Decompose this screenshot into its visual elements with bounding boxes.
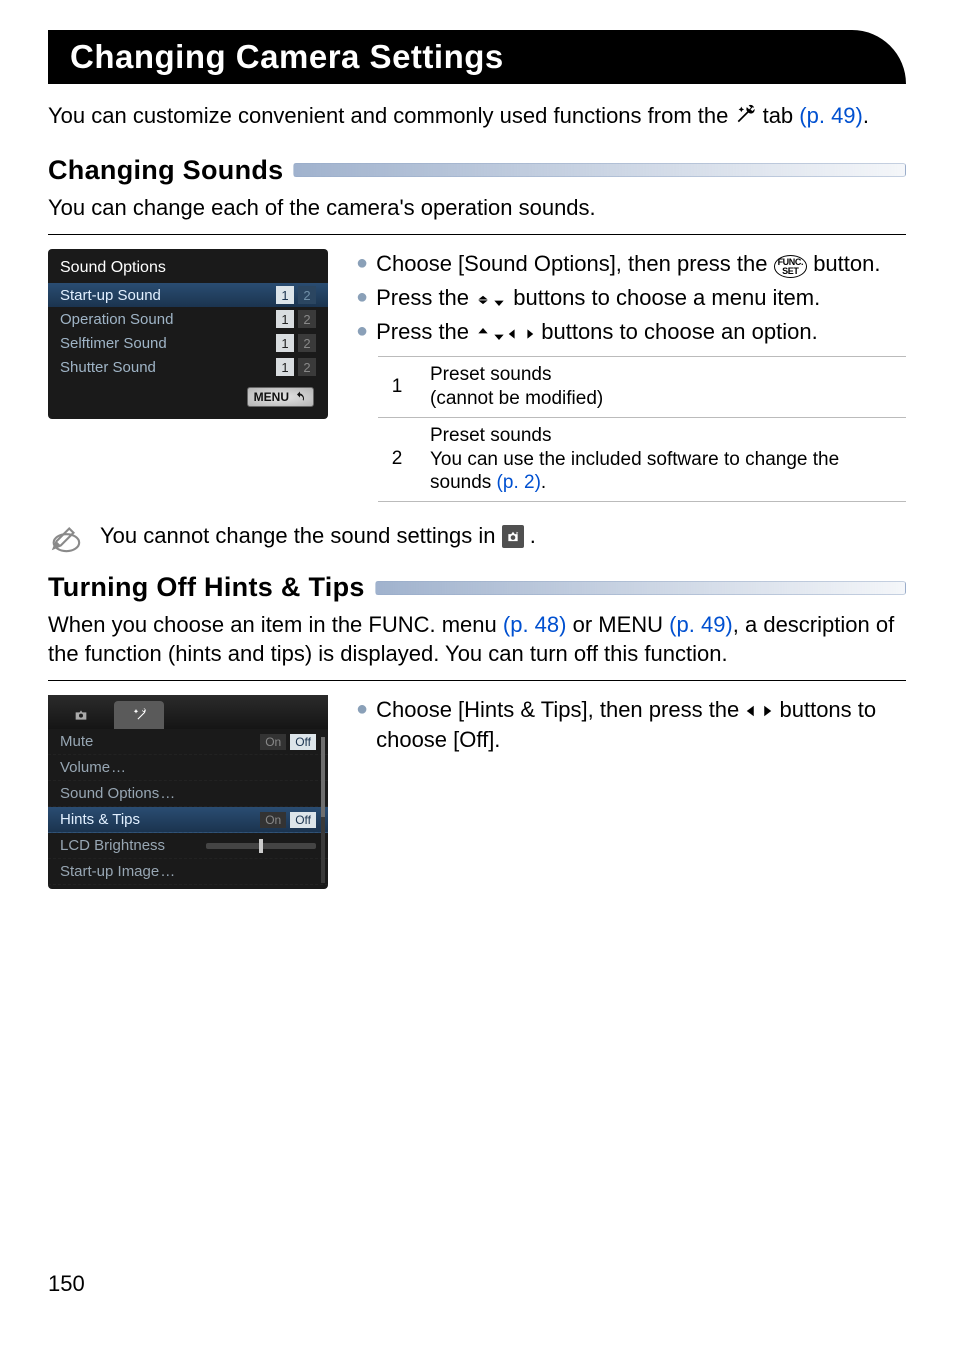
bullet-icon: ●	[356, 283, 368, 313]
bullet-2-text: Press the buttons to choose a menu item.	[376, 283, 906, 313]
lcd-opt-active: 1	[276, 286, 294, 304]
section-2-heading-row: Turning Off Hints & Tips	[48, 572, 906, 603]
lcd2-label: LCD Brightness	[60, 837, 165, 854]
divider	[48, 680, 906, 681]
brightness-slider	[206, 843, 316, 849]
lcd-row-label: Operation Sound	[60, 311, 173, 328]
sound-options-screenshot: Sound Options Start-up Sound 12 Operatio…	[48, 249, 328, 419]
tools-tab-icon	[114, 701, 164, 729]
lcd2-label: Hints & Tips	[60, 811, 140, 828]
mode-icon	[502, 525, 524, 548]
undo-icon	[293, 391, 307, 403]
bullet-1-text: Choose [Sound Options], then press the F…	[376, 249, 906, 279]
option-key-1: 1	[382, 376, 412, 398]
intro-trailing: .	[863, 103, 869, 128]
func-menu-link[interactable]: (p. 48)	[503, 612, 567, 637]
lcd-opt-active: 1	[276, 310, 294, 328]
lcd-row-label: Start-up Sound	[60, 287, 161, 304]
lcd2-row-startupimage: Start-up Image	[48, 859, 328, 885]
bullet-icon: ●	[356, 317, 368, 347]
lcd2-label: Volume	[60, 759, 124, 776]
bullet-icon: ●	[356, 695, 368, 754]
menu-link[interactable]: (p. 49)	[669, 612, 733, 637]
lcd-row-startup: Start-up Sound 12	[48, 283, 328, 307]
section-1-desc: You can change each of the camera's oper…	[48, 194, 906, 223]
hints-tips-screenshot: Mute OnOff Volume Sound Options Hints & …	[48, 695, 328, 889]
section-bar	[293, 163, 906, 177]
lcd-menu-back: MENU	[48, 379, 328, 407]
option-key-2: 2	[382, 448, 412, 470]
wrench-icon	[734, 103, 756, 133]
all-arrows-icon	[475, 326, 535, 342]
page-title: Changing Camera Settings	[70, 38, 884, 76]
lcd-opt-active: 1	[276, 334, 294, 352]
lcd2-label: Mute	[60, 733, 93, 750]
lcd-row-selftimer: Selftimer Sound 12	[48, 331, 328, 355]
note-punct: .	[524, 523, 536, 548]
sound-option-table: 1 Preset sounds (cannot be modified) 2 P…	[378, 356, 906, 502]
onoff-on: On	[260, 812, 286, 828]
note-row: You cannot change the sound settings in …	[48, 520, 906, 554]
section-2-instructions: ● Choose [Hints & Tips], then press the …	[356, 695, 906, 758]
divider	[48, 234, 906, 235]
bullet-3-text: Press the buttons to choose an option.	[376, 317, 906, 347]
section-2-heading: Turning Off Hints & Tips	[48, 572, 365, 603]
note-text: You cannot change the sound settings in …	[100, 520, 536, 551]
intro-text-post: tab	[756, 103, 799, 128]
lcd2-label: Start-up Image	[60, 863, 173, 880]
camera-tab-icon	[56, 701, 106, 729]
intro-text-pre: You can customize convenient and commonl…	[48, 103, 734, 128]
lcd-row-label: Selftimer Sound	[60, 335, 167, 352]
lcd2-tabs	[48, 695, 328, 729]
option-val-2: Preset sounds You can use the included s…	[430, 424, 902, 495]
lcd2-scrollbar	[321, 737, 325, 883]
section-bar	[375, 581, 906, 595]
lcd2-row-hints: Hints & Tips OnOff	[48, 807, 328, 833]
section-2-desc: When you choose an item in the FUNC. men…	[48, 611, 906, 668]
lcd2-label: Sound Options	[60, 785, 173, 802]
intro-paragraph: You can customize convenient and commonl…	[48, 102, 906, 133]
intro-page-link[interactable]: (p. 49)	[799, 103, 863, 128]
option-2-link[interactable]: (p. 2)	[497, 472, 541, 493]
lcd2-row-brightness: LCD Brightness	[48, 833, 328, 859]
lcd-title: Sound Options	[48, 259, 328, 283]
left-right-arrows-icon	[745, 702, 773, 720]
lcd2-row-mute: Mute OnOff	[48, 729, 328, 755]
lcd-opt-inactive: 2	[298, 310, 316, 328]
page-title-banner: Changing Camera Settings	[48, 30, 906, 84]
onoff-off: Off	[290, 812, 316, 828]
lcd-opt-inactive: 2	[298, 358, 316, 376]
func-set-button-icon: FUNC.SET	[774, 255, 808, 278]
lcd-row-operation: Operation Sound 12	[48, 307, 328, 331]
section-1-instructions: ● Choose [Sound Options], then press the…	[356, 249, 906, 502]
onoff-on: On	[260, 734, 286, 750]
option-val-1: Preset sounds (cannot be modified)	[430, 363, 902, 411]
lcd2-row-volume: Volume	[48, 755, 328, 781]
lcd-row-shutter: Shutter Sound 12	[48, 355, 328, 379]
lcd-opt-active: 1	[276, 358, 294, 376]
up-down-arrows-icon	[475, 292, 507, 308]
section-1-heading: Changing Sounds	[48, 155, 283, 186]
lcd-row-label: Shutter Sound	[60, 359, 156, 376]
lcd-opt-inactive: 2	[298, 286, 316, 304]
page-number: 150	[48, 1271, 85, 1297]
menu-label: MENU	[254, 390, 289, 404]
pencil-note-icon	[48, 520, 82, 554]
section-1-heading-row: Changing Sounds	[48, 155, 906, 186]
section-2-bullet-text: Choose [Hints & Tips], then press the bu…	[376, 695, 906, 754]
lcd-opt-inactive: 2	[298, 334, 316, 352]
lcd2-row-soundoptions: Sound Options	[48, 781, 328, 807]
onoff-off: Off	[290, 734, 316, 750]
bullet-icon: ●	[356, 249, 368, 279]
